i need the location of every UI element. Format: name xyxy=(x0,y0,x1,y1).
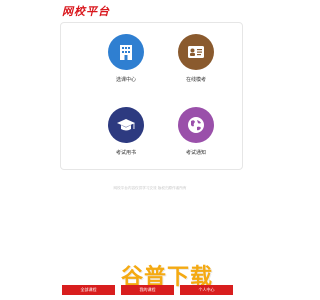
id-card-icon xyxy=(178,34,214,70)
footer-note: 网校平台内容仅供学习交流 版权归原作者所有 xyxy=(113,186,187,190)
personal-center-button[interactable]: 个人中心 xyxy=(180,285,233,295)
site-logo[interactable]: 网校平台 xyxy=(62,3,110,19)
tile-label: 在线模考 xyxy=(185,77,206,83)
tile-label: 考试通知 xyxy=(185,150,206,156)
tile-label: 选课中心 xyxy=(115,77,136,83)
globe-icon xyxy=(178,107,214,143)
feature-grid: 选课中心 在线模考 考试用书 考试通知 xyxy=(60,22,243,170)
my-courses-button[interactable]: 我的课程 xyxy=(121,285,174,295)
tile-mock-exam[interactable]: 在线模考 xyxy=(156,34,236,83)
tile-label: 考试用书 xyxy=(115,150,136,156)
tile-exam-notice[interactable]: 考试通知 xyxy=(156,107,236,156)
tile-course-center[interactable]: 选课中心 xyxy=(86,34,166,83)
building-icon xyxy=(108,34,144,70)
graduation-cap-icon xyxy=(108,107,144,143)
tile-exam-books[interactable]: 考试用书 xyxy=(86,107,166,156)
all-courses-button[interactable]: 全部课程 xyxy=(62,285,115,295)
